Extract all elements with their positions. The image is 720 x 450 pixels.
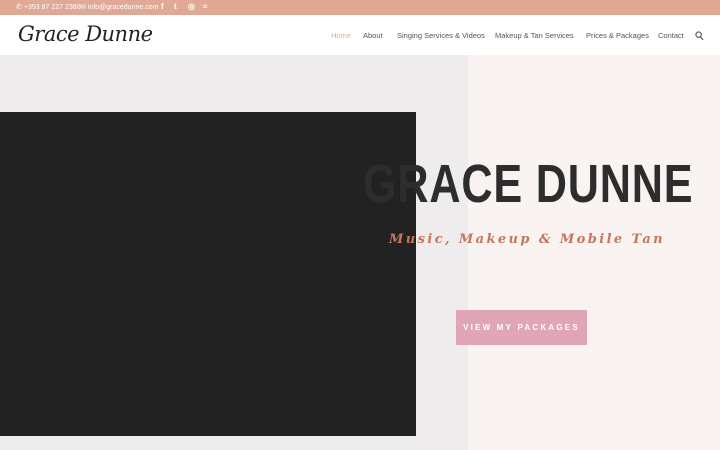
email-address: info@gracedunne.com bbox=[87, 3, 159, 11]
view-packages-button[interactable]: VIEW MY PACKAGES bbox=[456, 310, 587, 345]
hero-title: GRACE DUNNE bbox=[363, 154, 694, 214]
hero-subtitle: Music, Makeup & Mobile Tan bbox=[389, 232, 666, 247]
search-icon[interactable] bbox=[695, 31, 704, 41]
email-contact[interactable]: ✉ info@gracedunne.com bbox=[80, 3, 159, 12]
top-bar: ✆ +353 87 227 2380 ✉ info@gracedunne.com… bbox=[0, 0, 720, 15]
site-header: Grace Dunne Home About Singing Services … bbox=[0, 15, 720, 55]
envelope-icon: ✉ bbox=[80, 4, 86, 11]
rss-icon[interactable]: ≈ bbox=[203, 2, 207, 11]
nav-singing-services[interactable]: Singing Services & Videos bbox=[397, 31, 485, 40]
phone-number: +353 87 227 2380 bbox=[23, 3, 81, 11]
facebook-icon[interactable]: f bbox=[161, 2, 164, 11]
site-logo[interactable]: Grace Dunne bbox=[18, 22, 153, 46]
nav-prices-packages[interactable]: Prices & Packages bbox=[586, 31, 649, 40]
nav-makeup-tan-services[interactable]: Makeup & Tan Services bbox=[495, 31, 574, 40]
nav-home[interactable]: Home bbox=[331, 31, 351, 40]
instagram-icon[interactable]: ◎ bbox=[188, 2, 195, 11]
twitter-icon[interactable]: t bbox=[174, 2, 177, 11]
nav-contact[interactable]: Contact bbox=[658, 31, 684, 40]
nav-about[interactable]: About bbox=[363, 31, 383, 40]
phone-contact[interactable]: ✆ +353 87 227 2380 bbox=[16, 3, 81, 12]
phone-icon: ✆ bbox=[16, 4, 22, 11]
hero-background-right bbox=[468, 55, 720, 450]
hero-image-panel bbox=[0, 112, 416, 436]
